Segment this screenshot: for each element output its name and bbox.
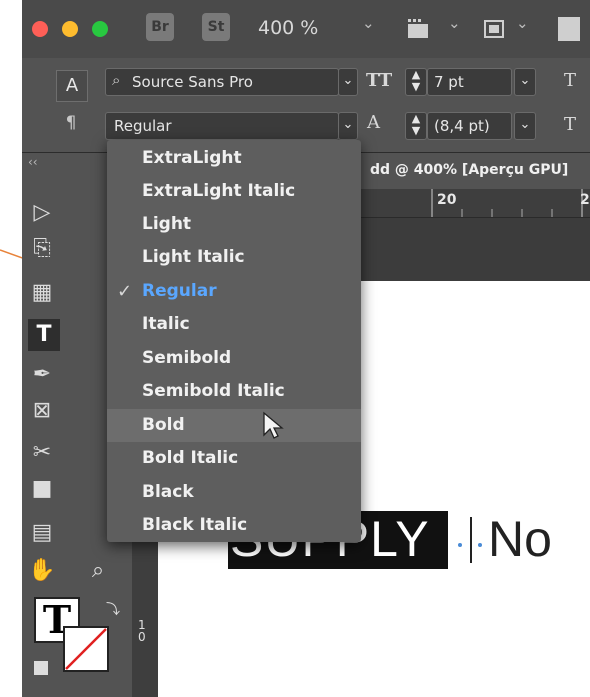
hidden-char-dot [478, 543, 482, 547]
indesign-window: Br St 400 % ⌄ ⌄ ⌄ A ¶ ⌕ Source Sans Pro … [22, 0, 590, 697]
font-size-value: 7 pt [434, 73, 464, 91]
leading-dropdown-chevron-icon[interactable]: ⌄ [514, 112, 536, 140]
note-tool-icon[interactable]: ▤ [26, 517, 58, 549]
hand-tool-icon[interactable]: ✋ [26, 555, 58, 587]
leading-icon: A [367, 112, 380, 133]
swap-fill-stroke-icon[interactable]: ⤵ [106, 599, 120, 619]
leading-value: (8,4 pt) [434, 117, 490, 135]
mouse-pointer-icon [263, 411, 284, 439]
application-bar: Br St 400 % ⌄ ⌄ ⌄ [22, 0, 590, 59]
zoom-tool-icon[interactable]: ⌕ [82, 555, 114, 587]
zoom-window-button[interactable] [92, 21, 108, 37]
font-style-option-italic[interactable]: Italic [107, 308, 361, 341]
arrange-documents-icon[interactable] [558, 17, 580, 41]
font-family-dropdown-chevron-icon[interactable]: ⌄ [338, 68, 358, 96]
zoom-level[interactable]: 400 % [258, 17, 318, 39]
rectangle-frame-tool-icon[interactable]: ⊠ [26, 395, 58, 427]
screen-mode-chevron-icon[interactable]: ⌄ [516, 14, 529, 32]
font-style-dropdown-chevron-icon[interactable]: ⌄ [338, 112, 358, 140]
close-window-button[interactable] [32, 21, 48, 37]
gradient-tool-icon[interactable]: ■ [26, 473, 58, 505]
font-style-option-bold[interactable]: Bold [107, 409, 361, 442]
zoom-dropdown-chevron-icon[interactable]: ⌄ [362, 14, 375, 32]
stock-button[interactable]: St [202, 13, 230, 41]
ruler-label-25: 25 [580, 192, 590, 208]
collapse-panel-icon[interactable]: ‹‹ [28, 155, 38, 169]
content-collector-icon[interactable]: ▦ [26, 277, 58, 309]
font-style-option-extralight-italic[interactable]: ExtraLight Italic [107, 175, 361, 208]
font-size-field[interactable]: 7 pt [427, 68, 512, 96]
screen-mode-icon[interactable] [482, 18, 508, 40]
view-options-icon[interactable] [406, 18, 436, 40]
ruler-label-20: 20 [437, 192, 457, 208]
font-family-value: Source Sans Pro [132, 73, 253, 91]
font-size-icon: TT [366, 70, 393, 91]
format-container-icon[interactable] [34, 661, 48, 675]
selection-tool-icon[interactable]: ▷ [26, 197, 58, 229]
type-tool-icon[interactable]: T [28, 319, 60, 351]
minimize-window-button[interactable] [62, 21, 78, 37]
stroke-swatch-icon[interactable] [62, 625, 110, 673]
paragraph-formatting-toggle[interactable]: ¶ [56, 108, 86, 138]
leading-stepper[interactable]: ▲ ▼ [405, 112, 427, 140]
character-formatting-toggle[interactable]: A [56, 70, 88, 102]
font-style-option-regular[interactable]: ✓ Regular [107, 275, 361, 308]
font-style-field[interactable]: Regular [105, 112, 339, 140]
font-style-value: Regular [114, 117, 172, 135]
control-panel: A ¶ ⌕ Source Sans Pro ⌄ Regular ⌄ TT ▲ ▼ … [22, 58, 590, 153]
vertical-ruler-label: 1 0 [138, 618, 146, 644]
font-size-stepper[interactable]: ▲ ▼ [405, 68, 427, 96]
vertical-scale-label: T [564, 114, 577, 135]
font-style-option-extralight[interactable]: ExtraLight [107, 142, 361, 175]
font-style-option-semibold-italic[interactable]: Semibold Italic [107, 375, 361, 408]
hidden-char-dot [458, 543, 462, 547]
font-family-field[interactable]: ⌕ Source Sans Pro [105, 68, 339, 96]
leading-field[interactable]: (8,4 pt) [427, 112, 512, 140]
pen-tool-icon[interactable]: ✒ [26, 359, 58, 391]
view-options-chevron-icon[interactable]: ⌄ [448, 14, 461, 32]
scissors-tool-icon[interactable]: ✂ [26, 437, 58, 469]
search-icon: ⌕ [112, 71, 121, 89]
font-style-option-black[interactable]: Black [107, 476, 361, 509]
font-style-option-bold-italic[interactable]: Bold Italic [107, 442, 361, 475]
font-size-dropdown-chevron-icon[interactable]: ⌄ [514, 68, 536, 96]
font-style-option-semibold[interactable]: Semibold [107, 342, 361, 375]
bridge-button[interactable]: Br [146, 13, 174, 41]
font-style-option-light[interactable]: Light [107, 208, 361, 241]
next-word-text: No [488, 511, 552, 567]
document-tab-title: dd @ 400% [Aperçu GPU] [370, 162, 569, 178]
font-style-option-black-italic[interactable]: Black Italic [107, 509, 361, 542]
tracking-label: T [564, 70, 577, 91]
page-tool-icon[interactable]: ⎘ [26, 233, 58, 265]
text-cursor [470, 517, 472, 563]
font-style-menu: ExtraLight ExtraLight Italic Light Light… [107, 140, 361, 542]
checkmark-icon: ✓ [117, 281, 133, 302]
font-style-option-light-italic[interactable]: Light Italic [107, 241, 361, 274]
